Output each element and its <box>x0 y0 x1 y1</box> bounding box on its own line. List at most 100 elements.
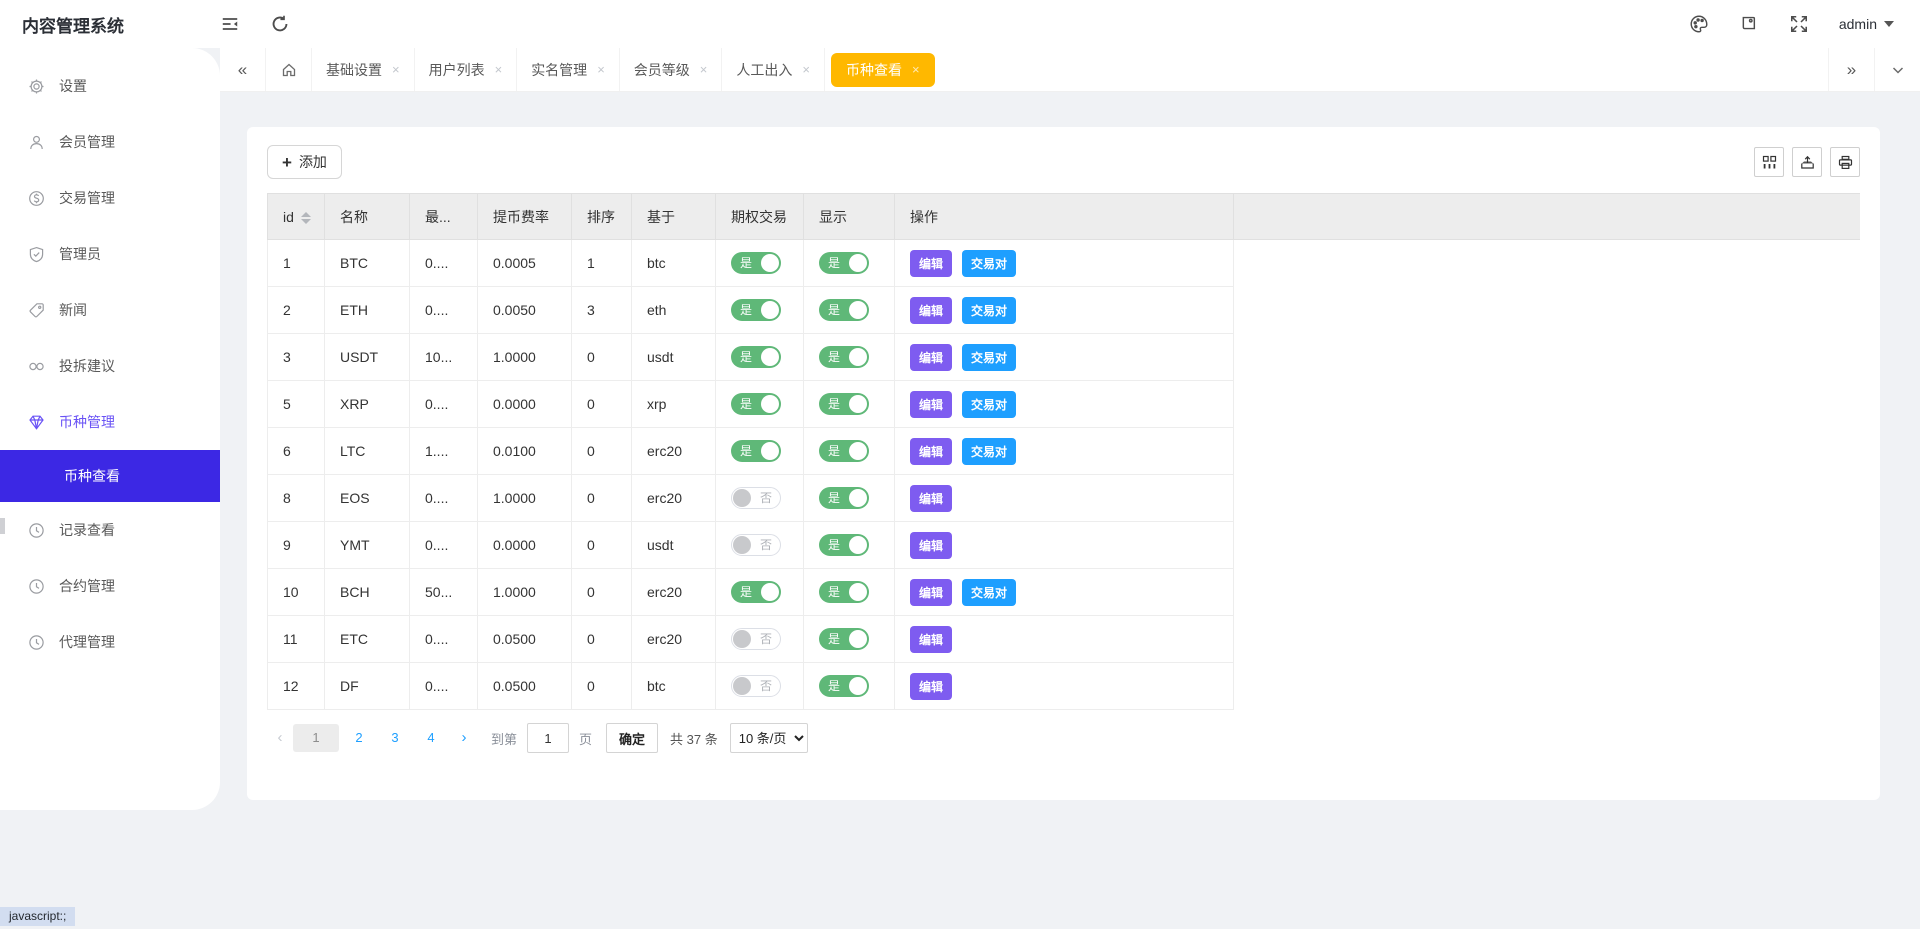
column-header-filler <box>1234 194 1861 240</box>
tab-币种查看[interactable]: 币种查看× <box>831 53 935 87</box>
trading-pair-button[interactable]: 交易对 <box>962 579 1016 606</box>
edit-button[interactable]: 编辑 <box>910 626 952 653</box>
sidebar-scrollbar[interactable] <box>0 518 5 534</box>
column-label: 提币费率 <box>493 209 549 225</box>
option-trade-toggle[interactable]: 是 <box>731 252 781 274</box>
sidebar-item-代理管理[interactable]: 代理管理 <box>0 614 220 670</box>
display-toggle[interactable]: 是 <box>819 299 869 321</box>
per-page-select[interactable]: 10 条/页 <box>730 723 808 753</box>
table-row: 12DF0....0.05000btc否是编辑 <box>268 663 1861 710</box>
display-toggle[interactable]: 是 <box>819 440 869 462</box>
option-trade-toggle[interactable]: 是 <box>731 440 781 462</box>
cell-id: 3 <box>268 334 325 381</box>
sidebar-item-会员管理[interactable]: 会员管理 <box>0 114 220 170</box>
page-button-3[interactable]: 3 <box>379 724 411 752</box>
trading-pair-button[interactable]: 交易对 <box>962 250 1016 277</box>
toggle-state-label: 是 <box>828 539 840 551</box>
sidebar-item-管理员[interactable]: 管理员 <box>0 226 220 282</box>
edit-button[interactable]: 编辑 <box>910 391 952 418</box>
page-button-1[interactable]: 1 <box>293 724 339 752</box>
cell-filler <box>1234 381 1861 428</box>
trading-pair-button[interactable]: 交易对 <box>962 391 1016 418</box>
tab-会员等级[interactable]: 会员等级× <box>620 48 723 91</box>
close-icon[interactable]: × <box>597 62 605 77</box>
close-icon[interactable]: × <box>392 62 400 77</box>
tab-用户列表[interactable]: 用户列表× <box>415 48 518 91</box>
menu-collapse-icon[interactable] <box>220 14 240 34</box>
edit-button[interactable]: 编辑 <box>910 532 952 559</box>
cell-option-trade: 是 <box>716 334 804 381</box>
option-trade-toggle[interactable]: 是 <box>731 393 781 415</box>
tabs-menu-button[interactable] <box>1874 48 1920 91</box>
option-trade-toggle[interactable]: 否 <box>731 534 781 556</box>
close-icon[interactable]: × <box>912 62 920 77</box>
goto-page-input[interactable] <box>527 723 569 753</box>
toggle-knob <box>761 348 779 366</box>
sidebar-item-记录查看[interactable]: 记录查看 <box>0 502 220 558</box>
display-toggle[interactable]: 是 <box>819 487 869 509</box>
user-menu[interactable]: admin <box>1839 16 1894 32</box>
trading-pair-button[interactable]: 交易对 <box>962 344 1016 371</box>
prev-page-button[interactable]: ‹ <box>267 724 293 752</box>
tab-人工出入[interactable]: 人工出入× <box>722 48 825 91</box>
edit-button[interactable]: 编辑 <box>910 297 952 324</box>
option-trade-toggle[interactable]: 是 <box>731 299 781 321</box>
display-toggle[interactable]: 是 <box>819 393 869 415</box>
close-icon[interactable]: × <box>495 62 503 77</box>
option-trade-toggle[interactable]: 否 <box>731 628 781 650</box>
fullscreen-icon[interactable] <box>1789 14 1809 34</box>
display-toggle[interactable]: 是 <box>819 346 869 368</box>
sidebar-item-新闻[interactable]: 新闻 <box>0 282 220 338</box>
tabs-scroll-left-button[interactable]: « <box>220 48 266 91</box>
option-trade-toggle[interactable]: 是 <box>731 581 781 603</box>
tab-基础设置[interactable]: 基础设置× <box>312 48 415 91</box>
cell-display: 是 <box>804 381 895 428</box>
column-header-id[interactable]: id <box>268 194 325 240</box>
cell-base: usdt <box>632 334 716 381</box>
edit-button[interactable]: 编辑 <box>910 673 952 700</box>
page-button-4[interactable]: 4 <box>415 724 447 752</box>
edit-button[interactable]: 编辑 <box>910 438 952 465</box>
option-trade-toggle[interactable]: 否 <box>731 487 781 509</box>
confirm-button[interactable]: 确定 <box>606 723 658 753</box>
sort-icon[interactable] <box>301 212 311 224</box>
sidebar-item-投拆建议[interactable]: 投拆建议 <box>0 338 220 394</box>
display-toggle[interactable]: 是 <box>819 628 869 650</box>
add-button[interactable]: + 添加 <box>267 145 342 179</box>
display-toggle[interactable]: 是 <box>819 581 869 603</box>
sidebar-item-交易管理[interactable]: 交易管理 <box>0 170 220 226</box>
display-toggle[interactable]: 是 <box>819 675 869 697</box>
edit-button[interactable]: 编辑 <box>910 344 952 371</box>
next-page-button[interactable]: › <box>451 724 477 752</box>
refresh-icon[interactable] <box>270 14 290 34</box>
sidebar-item-label: 记录查看 <box>59 520 115 540</box>
sidebar-item-合约管理[interactable]: 合约管理 <box>0 558 220 614</box>
home-icon <box>281 62 297 78</box>
tab-实名管理[interactable]: 实名管理 × <box>517 48 620 91</box>
tab-label: 实名管理 <box>531 60 587 80</box>
page-button-2[interactable]: 2 <box>343 724 375 752</box>
display-toggle[interactable]: 是 <box>819 252 869 274</box>
toggle-state-label: 是 <box>740 351 752 363</box>
export-icon[interactable] <box>1792 147 1822 177</box>
palette-icon[interactable] <box>1689 14 1709 34</box>
sidebar-item-币种管理[interactable]: 币种管理 <box>0 394 220 450</box>
option-trade-toggle[interactable]: 是 <box>731 346 781 368</box>
option-trade-toggle[interactable]: 否 <box>731 675 781 697</box>
tag-icon[interactable] <box>1739 14 1759 34</box>
trading-pair-button[interactable]: 交易对 <box>962 297 1016 324</box>
columns-icon[interactable] <box>1754 147 1784 177</box>
edit-button[interactable]: 编辑 <box>910 485 952 512</box>
edit-button[interactable]: 编辑 <box>910 250 952 277</box>
toggle-knob <box>849 442 867 460</box>
edit-button[interactable]: 编辑 <box>910 579 952 606</box>
home-tab-button[interactable] <box>266 48 312 91</box>
tabs-scroll-right-button[interactable]: » <box>1828 48 1874 91</box>
close-icon[interactable]: × <box>700 62 708 77</box>
close-icon[interactable]: × <box>802 62 810 77</box>
print-icon[interactable] <box>1830 147 1860 177</box>
trading-pair-button[interactable]: 交易对 <box>962 438 1016 465</box>
sidebar-item-币种查看-active[interactable]: 币种查看 <box>0 450 220 502</box>
display-toggle[interactable]: 是 <box>819 534 869 556</box>
sidebar-item-设置[interactable]: 设置 <box>0 58 220 114</box>
